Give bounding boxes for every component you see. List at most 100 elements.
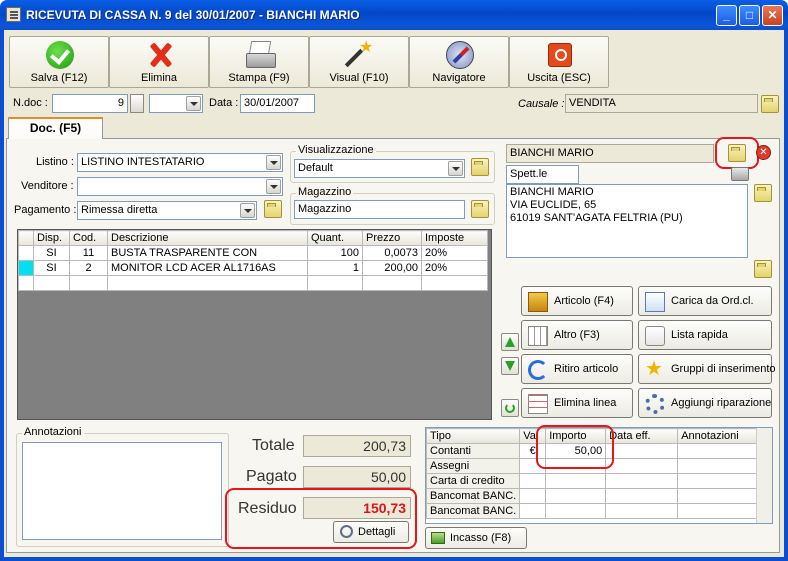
cell-descrizione[interactable]: MONITOR LCD ACER AL1716AS xyxy=(107,260,308,276)
elimina-linea-button[interactable]: Elimina linea xyxy=(521,388,633,418)
grid-add-icon xyxy=(528,326,548,346)
totale-label: Totale xyxy=(252,437,295,454)
ndoc-suffix-button[interactable] xyxy=(130,94,144,113)
column-header[interactable]: Tipo xyxy=(426,428,521,444)
articolo-button[interactable]: Articolo (F4) xyxy=(521,286,633,316)
ndoc-series-select[interactable] xyxy=(149,94,203,113)
dettagli-button[interactable]: Dettagli xyxy=(333,521,409,543)
table-row[interactable]: Bancomat BANC. xyxy=(426,488,767,504)
tab-doc[interactable]: Doc. (F5) xyxy=(8,117,103,139)
cell-tipo[interactable]: Carta di credito xyxy=(426,473,521,489)
cell-quant[interactable]: 100 xyxy=(307,245,363,261)
refresh-button[interactable] xyxy=(501,399,519,417)
minimize-button[interactable]: _ xyxy=(716,5,737,26)
chevron-down-icon[interactable] xyxy=(266,179,281,194)
move-down-button[interactable] xyxy=(501,357,519,375)
carica-ordine-label: Carica da Ord.cl. xyxy=(671,295,754,307)
chevron-down-icon[interactable] xyxy=(240,203,255,218)
cell-tipo[interactable]: Contanti xyxy=(426,443,521,459)
address-line: VIA EUCLIDE, 65 xyxy=(510,199,597,211)
save-button[interactable]: Salva (F12) xyxy=(9,36,109,88)
table-row-empty[interactable] xyxy=(18,275,488,291)
magic-wand-icon xyxy=(346,37,374,69)
pagamento-folder-icon[interactable] xyxy=(264,200,282,218)
incasso-button[interactable]: Incasso (F8) xyxy=(425,527,527,549)
magazzino-folder-icon[interactable] xyxy=(471,200,489,218)
cell-tipo[interactable]: Bancomat BANC. xyxy=(426,488,521,504)
envelope-print-icon[interactable] xyxy=(731,167,749,181)
visual-button[interactable]: Visual (F10) xyxy=(309,36,409,88)
arrow-up-icon xyxy=(505,337,515,347)
cell-imposte[interactable]: 20% xyxy=(421,245,488,261)
causale-folder-icon[interactable] xyxy=(761,95,779,113)
maximize-button[interactable]: □ xyxy=(739,5,760,26)
cell-imposte[interactable]: 20% xyxy=(421,260,488,276)
column-header[interactable]: Quant. xyxy=(307,230,363,246)
cell-tipo[interactable]: Assegni xyxy=(426,458,521,474)
column-header[interactable]: Annotazioni xyxy=(677,428,767,444)
column-header[interactable]: Descrizione xyxy=(107,230,308,246)
column-header[interactable]: Imposte xyxy=(421,230,488,246)
table-row[interactable]: SI 11 BUSTA TRASPARENTE CON 100 0,0073 2… xyxy=(18,245,488,261)
gruppi-inserimento-button[interactable]: ★ Gruppi di inserimento xyxy=(638,354,776,384)
refresh-icon xyxy=(505,403,515,413)
cell-quant[interactable]: 1 xyxy=(307,260,363,276)
altro-button[interactable]: Altro (F3) xyxy=(521,320,633,350)
date-label: Data : xyxy=(209,97,239,109)
column-header[interactable]: Cod. xyxy=(69,230,108,246)
save-label: Salva (F12) xyxy=(30,72,88,84)
cell-data-eff[interactable] xyxy=(605,443,679,459)
move-up-button[interactable] xyxy=(501,333,519,351)
cell-cod[interactable]: 11 xyxy=(69,245,108,261)
cell-annotazioni[interactable] xyxy=(677,443,767,459)
chevron-down-icon[interactable] xyxy=(186,96,201,111)
chevron-down-icon[interactable] xyxy=(448,161,463,176)
aggiungi-riparazione-button[interactable]: Aggiungi riparazione xyxy=(638,388,772,418)
notes-textarea[interactable] xyxy=(22,442,222,540)
column-header[interactable]: Disp. xyxy=(33,230,70,246)
app-icon[interactable] xyxy=(6,7,21,22)
cell-disp[interactable]: SI xyxy=(33,245,70,261)
navigator-button[interactable]: Navigatore xyxy=(409,36,509,88)
items-grid[interactable]: Disp. Cod. Descrizione Quant. Prezzo Imp… xyxy=(17,229,492,420)
window-title: RICEVUTA DI CASSA N. 9 del 30/01/2007 - … xyxy=(26,8,360,22)
payments-scrollbar[interactable] xyxy=(756,428,772,523)
column-header[interactable]: Prezzo xyxy=(362,230,422,246)
table-row[interactable]: SI 2 MONITOR LCD ACER AL1716AS 1 200,00 … xyxy=(18,260,488,276)
ndoc-field[interactable]: 9 xyxy=(52,94,128,113)
exit-button[interactable]: Uscita (ESC) xyxy=(509,36,609,88)
print-button[interactable]: Stampa (F9) xyxy=(209,36,309,88)
column-header[interactable]: Data eff. xyxy=(605,428,679,444)
visualizzazione-folder-icon[interactable] xyxy=(471,158,489,176)
listino-select[interactable]: LISTINO INTESTATARIO xyxy=(77,153,283,172)
table-row[interactable]: Carta di credito xyxy=(426,473,767,489)
address-folder-icon[interactable] xyxy=(754,184,772,202)
customer-folder-icon[interactable] xyxy=(728,144,746,162)
visualizzazione-select[interactable]: Default xyxy=(294,159,465,178)
customer-remove-icon[interactable]: ✕ xyxy=(756,145,771,160)
cell-tipo[interactable]: Bancomat BANC. xyxy=(426,503,521,519)
table-row[interactable]: Bancomat BANC. xyxy=(426,503,767,519)
venditore-select[interactable] xyxy=(77,177,283,196)
close-button[interactable]: ✕ xyxy=(762,5,783,26)
exit-label: Uscita (ESC) xyxy=(527,72,591,84)
chevron-down-icon[interactable] xyxy=(266,155,281,170)
cell-disp[interactable]: SI xyxy=(33,260,70,276)
pagamento-select[interactable]: Rimessa diretta xyxy=(77,201,257,220)
cell-cod[interactable]: 2 xyxy=(69,260,108,276)
cell-prezzo[interactable]: 0,0073 xyxy=(362,245,422,261)
causale-field[interactable]: VENDITA xyxy=(565,94,758,113)
customer-address-box[interactable]: BIANCHI MARIO VIA EUCLIDE, 65 61019 SANT… xyxy=(506,184,748,258)
carica-ordine-button[interactable]: Carica da Ord.cl. xyxy=(638,286,772,316)
ritiro-articolo-button[interactable]: Ritiro articolo xyxy=(521,354,633,384)
cell-descrizione[interactable]: BUSTA TRASPARENTE CON xyxy=(107,245,308,261)
customer-title-field[interactable]: Spett.le xyxy=(506,165,579,184)
cell-prezzo[interactable]: 200,00 xyxy=(362,260,422,276)
customer-name-field[interactable]: BIANCHI MARIO xyxy=(506,144,714,163)
delete-button[interactable]: Elimina xyxy=(109,36,209,88)
magazzino-field[interactable]: Magazzino xyxy=(294,200,465,219)
lista-rapida-button[interactable]: Lista rapida xyxy=(638,320,772,350)
return-icon xyxy=(528,360,548,380)
date-field[interactable]: 30/01/2007 xyxy=(240,94,315,113)
extra-folder-icon[interactable] xyxy=(754,260,772,278)
